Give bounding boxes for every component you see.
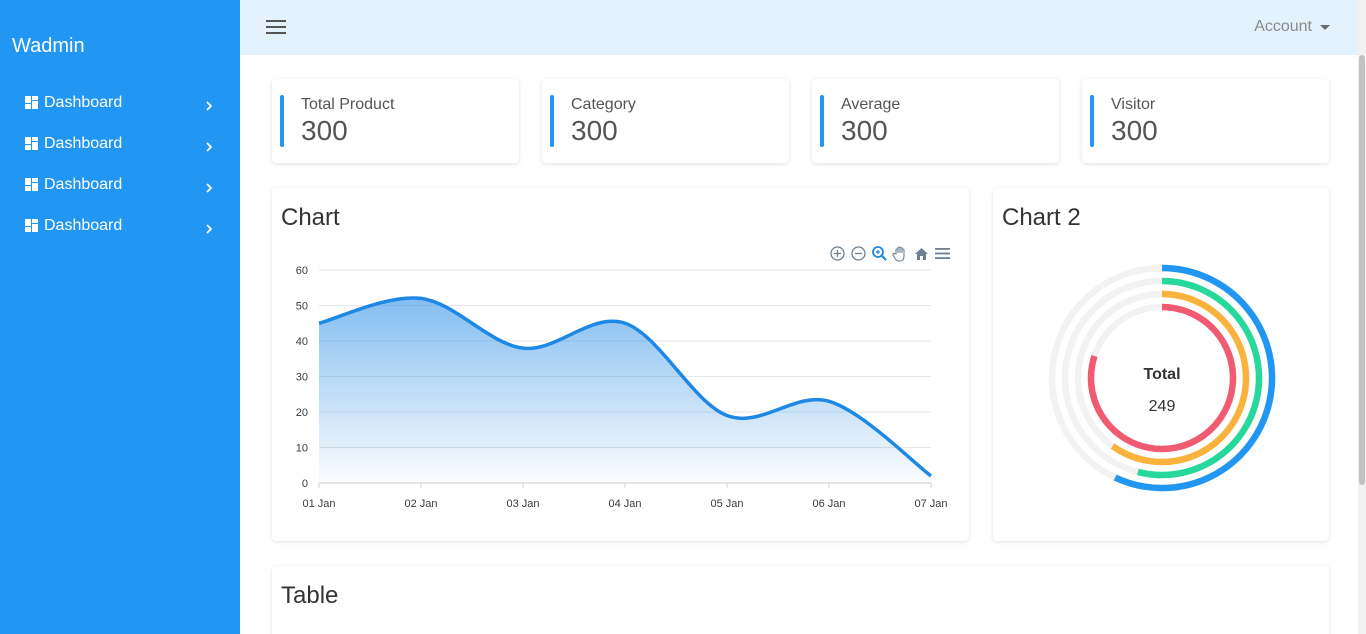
- sidebar-item-dashboard-3[interactable]: Dashboard: [0, 164, 240, 205]
- chart-card: Chart 0 10 20 30 40 50 60 01 Jan 02 Jan 03 Jan 04 …: [272, 188, 969, 541]
- chevron-right-icon: [204, 98, 214, 111]
- stat-value: 300: [301, 115, 348, 146]
- area-fill: [319, 297, 931, 483]
- caret-down-icon: [1320, 24, 1330, 30]
- sidebar-item-label: Dashboard: [44, 93, 123, 111]
- account-dropdown[interactable]: Account: [1254, 18, 1330, 36]
- y-tick-label: 0: [302, 478, 308, 490]
- y-tick-label: 30: [296, 372, 308, 384]
- x-tick-label: 07 Jan: [914, 498, 947, 510]
- radial-chart: Total 249: [1048, 264, 1276, 492]
- stat-value: 300: [1111, 115, 1158, 146]
- sidebar-item-label: Dashboard: [44, 175, 123, 193]
- stat-accent-bar: [820, 95, 824, 147]
- dashboard-icon: [25, 219, 38, 232]
- sidebar: Wadmin Dashboard Dashboard Dashboard Das…: [0, 0, 240, 634]
- sidebar-item-dashboard-1[interactable]: Dashboard: [0, 82, 240, 123]
- chevron-right-icon: [204, 180, 214, 193]
- y-tick-label: 20: [296, 407, 308, 419]
- y-tick-label: 40: [296, 336, 308, 348]
- stat-card-average: Average 300: [812, 79, 1059, 163]
- stat-label: Visitor: [1111, 96, 1156, 113]
- page-scrollbar[interactable]: [1358, 0, 1366, 634]
- x-tick-label: 05 Jan: [710, 498, 743, 510]
- area-chart: 0 10 20 30 40 50 60 01 Jan 02 Jan 03 Jan 04 Jan 05 …: [296, 265, 948, 510]
- chevron-right-icon: [204, 139, 214, 152]
- sidebar-nav: Dashboard Dashboard Dashboard Dashboard: [0, 82, 240, 246]
- dashboard-icon: [25, 96, 38, 109]
- account-label: Account: [1254, 18, 1312, 35]
- stat-accent-bar: [550, 95, 554, 147]
- radial-center-value: 249: [1149, 398, 1176, 415]
- stat-card-visitor: Visitor 300: [1082, 79, 1329, 163]
- stat-accent-bar: [1090, 95, 1094, 147]
- sidebar-item-label: Dashboard: [44, 216, 123, 234]
- chart2-card: Chart 2 Total 249: [993, 188, 1329, 541]
- stat-label: Total Product: [301, 96, 395, 113]
- x-tick-label: 04 Jan: [608, 498, 641, 510]
- stat-label: Category: [571, 96, 636, 113]
- stat-card-total-product: Total Product 300: [272, 79, 519, 163]
- table-title: Table: [281, 582, 339, 609]
- x-tick-label: 03 Jan: [506, 498, 539, 510]
- topbar: Account: [240, 0, 1358, 55]
- y-tick-label: 10: [296, 443, 308, 455]
- sidebar-item-dashboard-2[interactable]: Dashboard: [0, 123, 240, 164]
- stat-value: 300: [571, 115, 618, 146]
- table-card: Table: [272, 566, 1329, 634]
- stat-value: 300: [841, 115, 888, 146]
- y-tick-label: 50: [296, 301, 308, 313]
- x-tick-label: 06 Jan: [812, 498, 845, 510]
- radial-center-label: Total: [1143, 366, 1180, 383]
- scrollbar-thumb[interactable]: [1359, 55, 1365, 485]
- sidebar-item-label: Dashboard: [44, 134, 123, 152]
- sidebar-item-dashboard-4[interactable]: Dashboard: [0, 205, 240, 246]
- dashboard-icon: [25, 178, 38, 191]
- stat-accent-bar: [280, 95, 284, 147]
- x-tick-label: 01 Jan: [302, 498, 335, 510]
- stat-card-category: Category 300: [542, 79, 789, 163]
- chevron-right-icon: [204, 221, 214, 234]
- x-tick-label: 02 Jan: [404, 498, 437, 510]
- y-tick-label: 60: [296, 265, 308, 277]
- dashboard-icon: [25, 137, 38, 150]
- brand-title: Wadmin: [12, 35, 85, 57]
- hamburger-menu-icon[interactable]: [266, 17, 287, 37]
- stat-label: Average: [841, 96, 901, 113]
